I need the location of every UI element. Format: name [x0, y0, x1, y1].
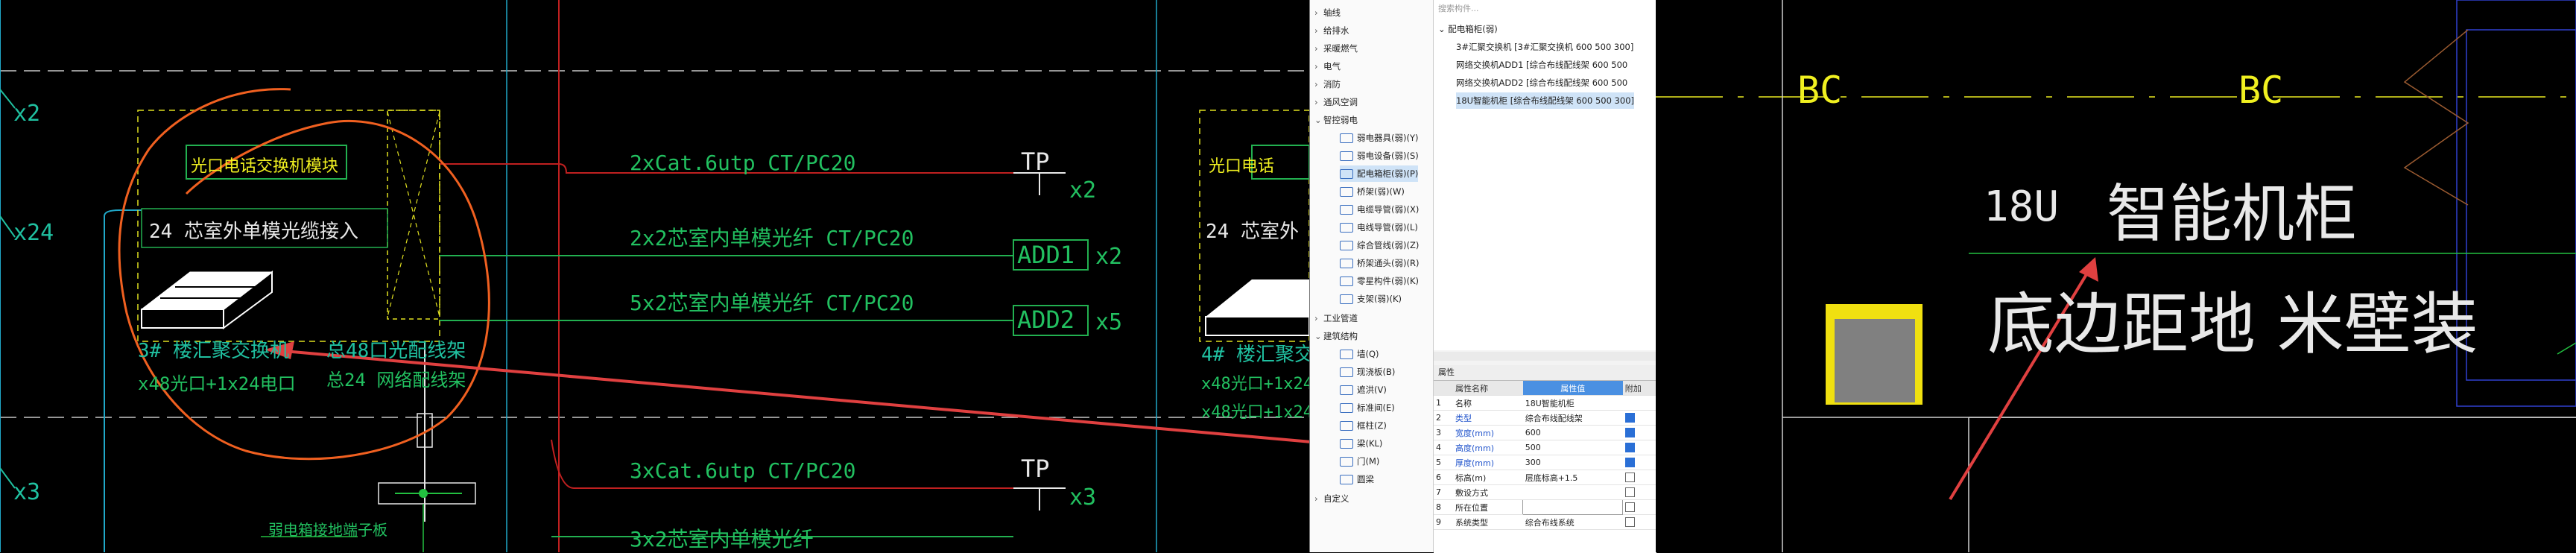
subtree-item-ring-beam[interactable]: 圆梁 [1340, 471, 1374, 487]
subtree-item-lv-equipment[interactable]: 弱电设备(弱)(S) [1340, 148, 1419, 164]
component-item-2[interactable]: 网络交换机ADD1 [综合布线配线架 600 500 [1456, 57, 1627, 73]
component-item-4[interactable]: 18U智能机柜 [综合布线配线架 600 500 300] [1456, 92, 1634, 109]
subtree-item-lv-cable-conduit[interactable]: 电缆导管(弱)(X) [1340, 201, 1419, 218]
tree-item-fire[interactable]: › 消防 [1314, 76, 1341, 92]
prop-location-checkbox[interactable] [1625, 502, 1636, 513]
prop-header-value: 属性值 [1522, 381, 1623, 396]
tree-item-low-voltage[interactable]: ⌄ 智控弱电 [1314, 112, 1358, 128]
subtree-item-lv-device[interactable]: 弱电器具(弱)(Y) [1340, 130, 1418, 146]
subtree-item-beam[interactable]: 梁(KL) [1340, 435, 1382, 452]
bc-label-left: BC [1797, 69, 1843, 112]
second-switch-ports-1: x48光口+1x24 [1201, 375, 1313, 394]
prop-row-elevation: 6 标高(m) 层底标高+1.5 [1434, 470, 1656, 485]
outlet-tp-2: TP [1021, 455, 1050, 483]
grounding-terminal-label: 弱电箱接地端子板 [268, 521, 387, 539]
prop-row-system: 9 系统类型 综合布线系统 [1434, 514, 1656, 530]
left-multiplier-x24: x24 [13, 220, 54, 246]
left-multiplier-x2: x2 [13, 101, 41, 127]
install-note-label: 底边距地 米壁装 [1987, 285, 2478, 364]
fiber-access-label: 24 芯室外单模光缆接入 [149, 221, 358, 243]
subtree-item-wall[interactable]: 墙(Q) [1340, 346, 1379, 362]
properties-title: 属性 [1434, 365, 1656, 380]
subtree-item-lv-cabinet[interactable]: 配电箱柜(弱)(P) [1340, 165, 1419, 182]
cad-drawing-left[interactable]: x2 x24 x3 光口电话交换机模块 24 芯室外单模光缆接入 3# 楼汇聚交… [0, 0, 1333, 552]
outlet-tp-1-mult: x2 [1069, 177, 1097, 203]
network-patch-panel-label: 总24 网络配线架 [326, 370, 466, 391]
subtree-item-lv-tray-fitting[interactable]: 桥架通头(弱)(R) [1340, 255, 1419, 271]
tree-item-hvac[interactable]: › 通风空调 [1314, 94, 1358, 110]
prop-row-install: 7 敷设方式 [1434, 484, 1656, 500]
prop-row-height: 4 高度(mm) 500 [1434, 440, 1656, 455]
horizontal-scrollbar[interactable] [1434, 352, 1656, 361]
component-group[interactable]: ⌄ 配电箱柜(弱) [1438, 21, 1498, 37]
cable-label-5: 3x2芯室内单模光纤 [630, 527, 814, 552]
prop-type-checkbox[interactable] [1624, 413, 1635, 423]
component-search-input[interactable]: 搜索构件... [1438, 1, 1647, 16]
subtree-item-lv-combined[interactable]: 综合管线(弱)(Z) [1340, 237, 1419, 253]
cable-label-4: 3xCat.6utp CT/PC20 [630, 458, 856, 483]
prop-row-name: 1 名称 18U智能机柜 [1434, 395, 1656, 411]
tree-item-electrical[interactable]: › 电气 [1314, 58, 1341, 75]
subtree-item-standard-room[interactable]: 标准间(E) [1340, 399, 1395, 416]
properties-grid[interactable]: 属性名称 属性值 附加 1 名称 18U智能机柜 2 类型 综合布线配线架 3 宽度(mm… [1434, 380, 1656, 553]
subtree-item-lv-misc[interactable]: 零星构件(弱)(K) [1340, 273, 1419, 289]
switch-module-label: 光口电话交换机模块 [191, 157, 339, 176]
outlet-tp-2-mult: x3 [1069, 484, 1097, 511]
prop-row-depth: 5 厚度(mm) 300 [1434, 455, 1656, 470]
tree-item-heating[interactable]: › 采暖燃气 [1314, 40, 1358, 57]
category-tree[interactable]: › 轴线 › 给排水 › 采暖燃气 › 电气 › 消防 › 通风空调 ⌄ 智控弱电 弱电器具(… [1310, 0, 1434, 552]
prop-row-type: 2 类型 综合布线配线架 [1434, 410, 1656, 426]
switch-name-label: 3# 楼汇聚交换机 [138, 340, 289, 362]
outlet-add1-mult: x2 [1095, 244, 1123, 270]
subtree-item-lv-wire-conduit[interactable]: 电线导管(弱)(L) [1340, 219, 1418, 236]
left-multiplier-x3: x3 [13, 479, 41, 505]
subtree-item-slab[interactable]: 现浇板(B) [1340, 364, 1395, 380]
second-fiber-label: 24 芯室外 [1206, 221, 1299, 243]
prop-elevation-checkbox[interactable] [1624, 473, 1635, 483]
prop-row-width: 3 宽度(mm) 600 [1434, 425, 1656, 440]
tree-item-custom[interactable]: › 自定义 [1314, 490, 1349, 507]
tree-item-industrial-pipe[interactable]: › 工业管道 [1314, 310, 1358, 326]
outlet-tp-1: TP [1021, 148, 1050, 176]
prop-height-checkbox[interactable] [1624, 443, 1635, 453]
outlet-add1: ADD1 [1017, 241, 1075, 269]
subtree-item-door[interactable]: 门(M) [1340, 453, 1379, 470]
tree-item-axis[interactable]: › 轴线 [1314, 4, 1341, 21]
subtree-item-lv-bracket[interactable]: 支架(弱)(K) [1340, 291, 1402, 307]
component-library-panel[interactable]: › 轴线 › 给排水 › 采暖燃气 › 电气 › 消防 › 通风空调 ⌄ 智控弱电 弱电器具(… [1309, 0, 1656, 553]
prop-width-checkbox[interactable] [1624, 428, 1635, 438]
cable-label-3: 5x2芯室内单模光纤 CT/PC20 [630, 291, 914, 315]
bc-label-right: BC [2238, 69, 2284, 112]
subtree-item-lv-tray[interactable]: 桥架(弱)(W) [1340, 183, 1405, 200]
prop-header-extra: 附加 [1622, 381, 1656, 396]
optical-patch-panel-label: 总48口光配线架 [326, 340, 466, 362]
second-switch-module-label: 光口电话 [1209, 157, 1275, 176]
prop-system-checkbox[interactable] [1624, 517, 1635, 528]
tree-item-structure[interactable]: ⌄ 建筑结构 [1314, 328, 1358, 344]
subtree-item-opening[interactable]: 遮洪(V) [1340, 382, 1387, 398]
subtree-item-column[interactable]: 框柱(Z) [1340, 417, 1387, 434]
cabinet-name-label: 智能机柜 [2107, 177, 2358, 250]
outlet-add2: ADD2 [1017, 306, 1075, 334]
prop-row-location: 8 所在位置 [1434, 499, 1656, 515]
outlet-add2-mult: x5 [1095, 309, 1123, 335]
cable-label-1: 2xCat.6utp CT/PC20 [630, 151, 856, 175]
prop-header-name: 属性名称 [1453, 381, 1523, 396]
cabinet-size-label: 18U [1984, 183, 2060, 231]
tree-item-plumbing[interactable]: › 给排水 [1314, 22, 1349, 39]
component-item-3[interactable]: 网络交换机ADD2 [综合布线配线架 600 500 [1456, 75, 1627, 91]
cad-drawing-right[interactable]: BC BC 18U 智能机柜 底边距地 米壁装 [1656, 0, 2576, 552]
switch-ports-label: x48光口+1x24电口 [138, 373, 296, 394]
prop-depth-checkbox[interactable] [1624, 458, 1635, 468]
cable-label-2: 2x2芯室内单模光纤 CT/PC20 [630, 226, 914, 250]
second-switch-ports-2: x48光口+1x24 [1201, 403, 1313, 422]
prop-install-checkbox[interactable] [1624, 487, 1635, 498]
component-list[interactable]: 搜索构件... ⌄ 配电箱柜(弱) 3#汇聚交换机 [3#汇聚交换机 600 5… [1434, 0, 1656, 350]
component-item-1[interactable]: 3#汇聚交换机 [3#汇聚交换机 600 500 300] [1456, 39, 1633, 55]
